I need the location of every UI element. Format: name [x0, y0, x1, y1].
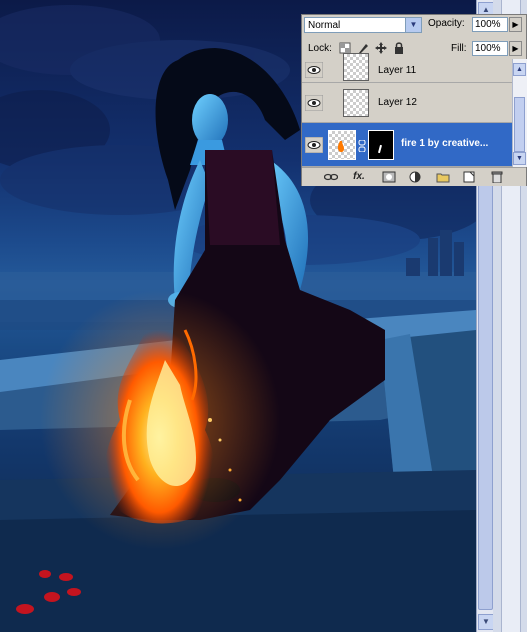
layer-name: Layer 12: [378, 97, 417, 108]
layers-panel-top-row: Normal ▼ Opacity: 100% ▶: [302, 15, 527, 35]
layer-row-layer-12[interactable]: Layer 12: [302, 83, 512, 123]
layers-panel-footer: fx.: [302, 167, 526, 186]
lock-position-icon[interactable]: [375, 42, 387, 54]
eye-icon[interactable]: [305, 137, 323, 153]
fire-thumbnail-icon: [337, 141, 344, 153]
blend-mode-value: Normal: [308, 20, 341, 31]
fill-label: Fill:: [451, 43, 467, 54]
layer-name: fire 1 by creative...: [401, 138, 489, 149]
layers-list: Layer 11 Layer 12 fire 1 by creative...: [302, 53, 512, 167]
lock-all-icon[interactable]: [393, 42, 405, 54]
opacity-input[interactable]: 100%: [472, 17, 508, 32]
layers-scroll-thumb[interactable]: [514, 97, 525, 152]
layer-thumbnail: [343, 89, 369, 117]
opacity-slider-arrow-icon[interactable]: ▶: [509, 17, 522, 32]
eye-icon[interactable]: [305, 62, 323, 78]
mask-icon[interactable]: [382, 171, 396, 183]
chain-link-icon[interactable]: [358, 140, 366, 152]
chevron-down-icon[interactable]: ▼: [405, 18, 421, 32]
fill-slider-arrow-icon[interactable]: ▶: [509, 41, 522, 56]
layer-name: Layer 11: [378, 65, 417, 76]
scroll-up-arrow-icon[interactable]: ▲: [513, 63, 526, 76]
layer-row-fire-selected[interactable]: fire 1 by creative...: [302, 123, 512, 167]
layer-row-layer-11[interactable]: Layer 11: [302, 53, 512, 83]
layer-mask-thumbnail[interactable]: [368, 130, 394, 160]
lock-label: Lock:: [308, 43, 332, 54]
opacity-label: Opacity:: [428, 18, 465, 29]
layers-panel: Normal ▼ Opacity: 100% ▶ Lock: Fill: 100…: [301, 14, 527, 186]
layer-thumbnail: [343, 53, 369, 81]
fx-icon[interactable]: fx.: [352, 171, 366, 183]
adjustment-icon[interactable]: [408, 171, 422, 183]
scroll-down-arrow-icon[interactable]: ▼: [478, 614, 494, 630]
group-icon[interactable]: [436, 171, 450, 183]
layer-thumbnail: [328, 130, 356, 160]
trash-icon[interactable]: [490, 171, 504, 183]
eye-icon[interactable]: [305, 95, 323, 111]
layers-scrollbar[interactable]: ▲ ▼: [512, 59, 527, 167]
new-layer-icon[interactable]: [462, 171, 476, 183]
fill-input[interactable]: 100%: [472, 41, 508, 56]
scroll-down-arrow-icon[interactable]: ▼: [513, 152, 526, 165]
link-icon[interactable]: [324, 171, 338, 183]
blend-mode-select[interactable]: Normal ▼: [304, 17, 422, 33]
